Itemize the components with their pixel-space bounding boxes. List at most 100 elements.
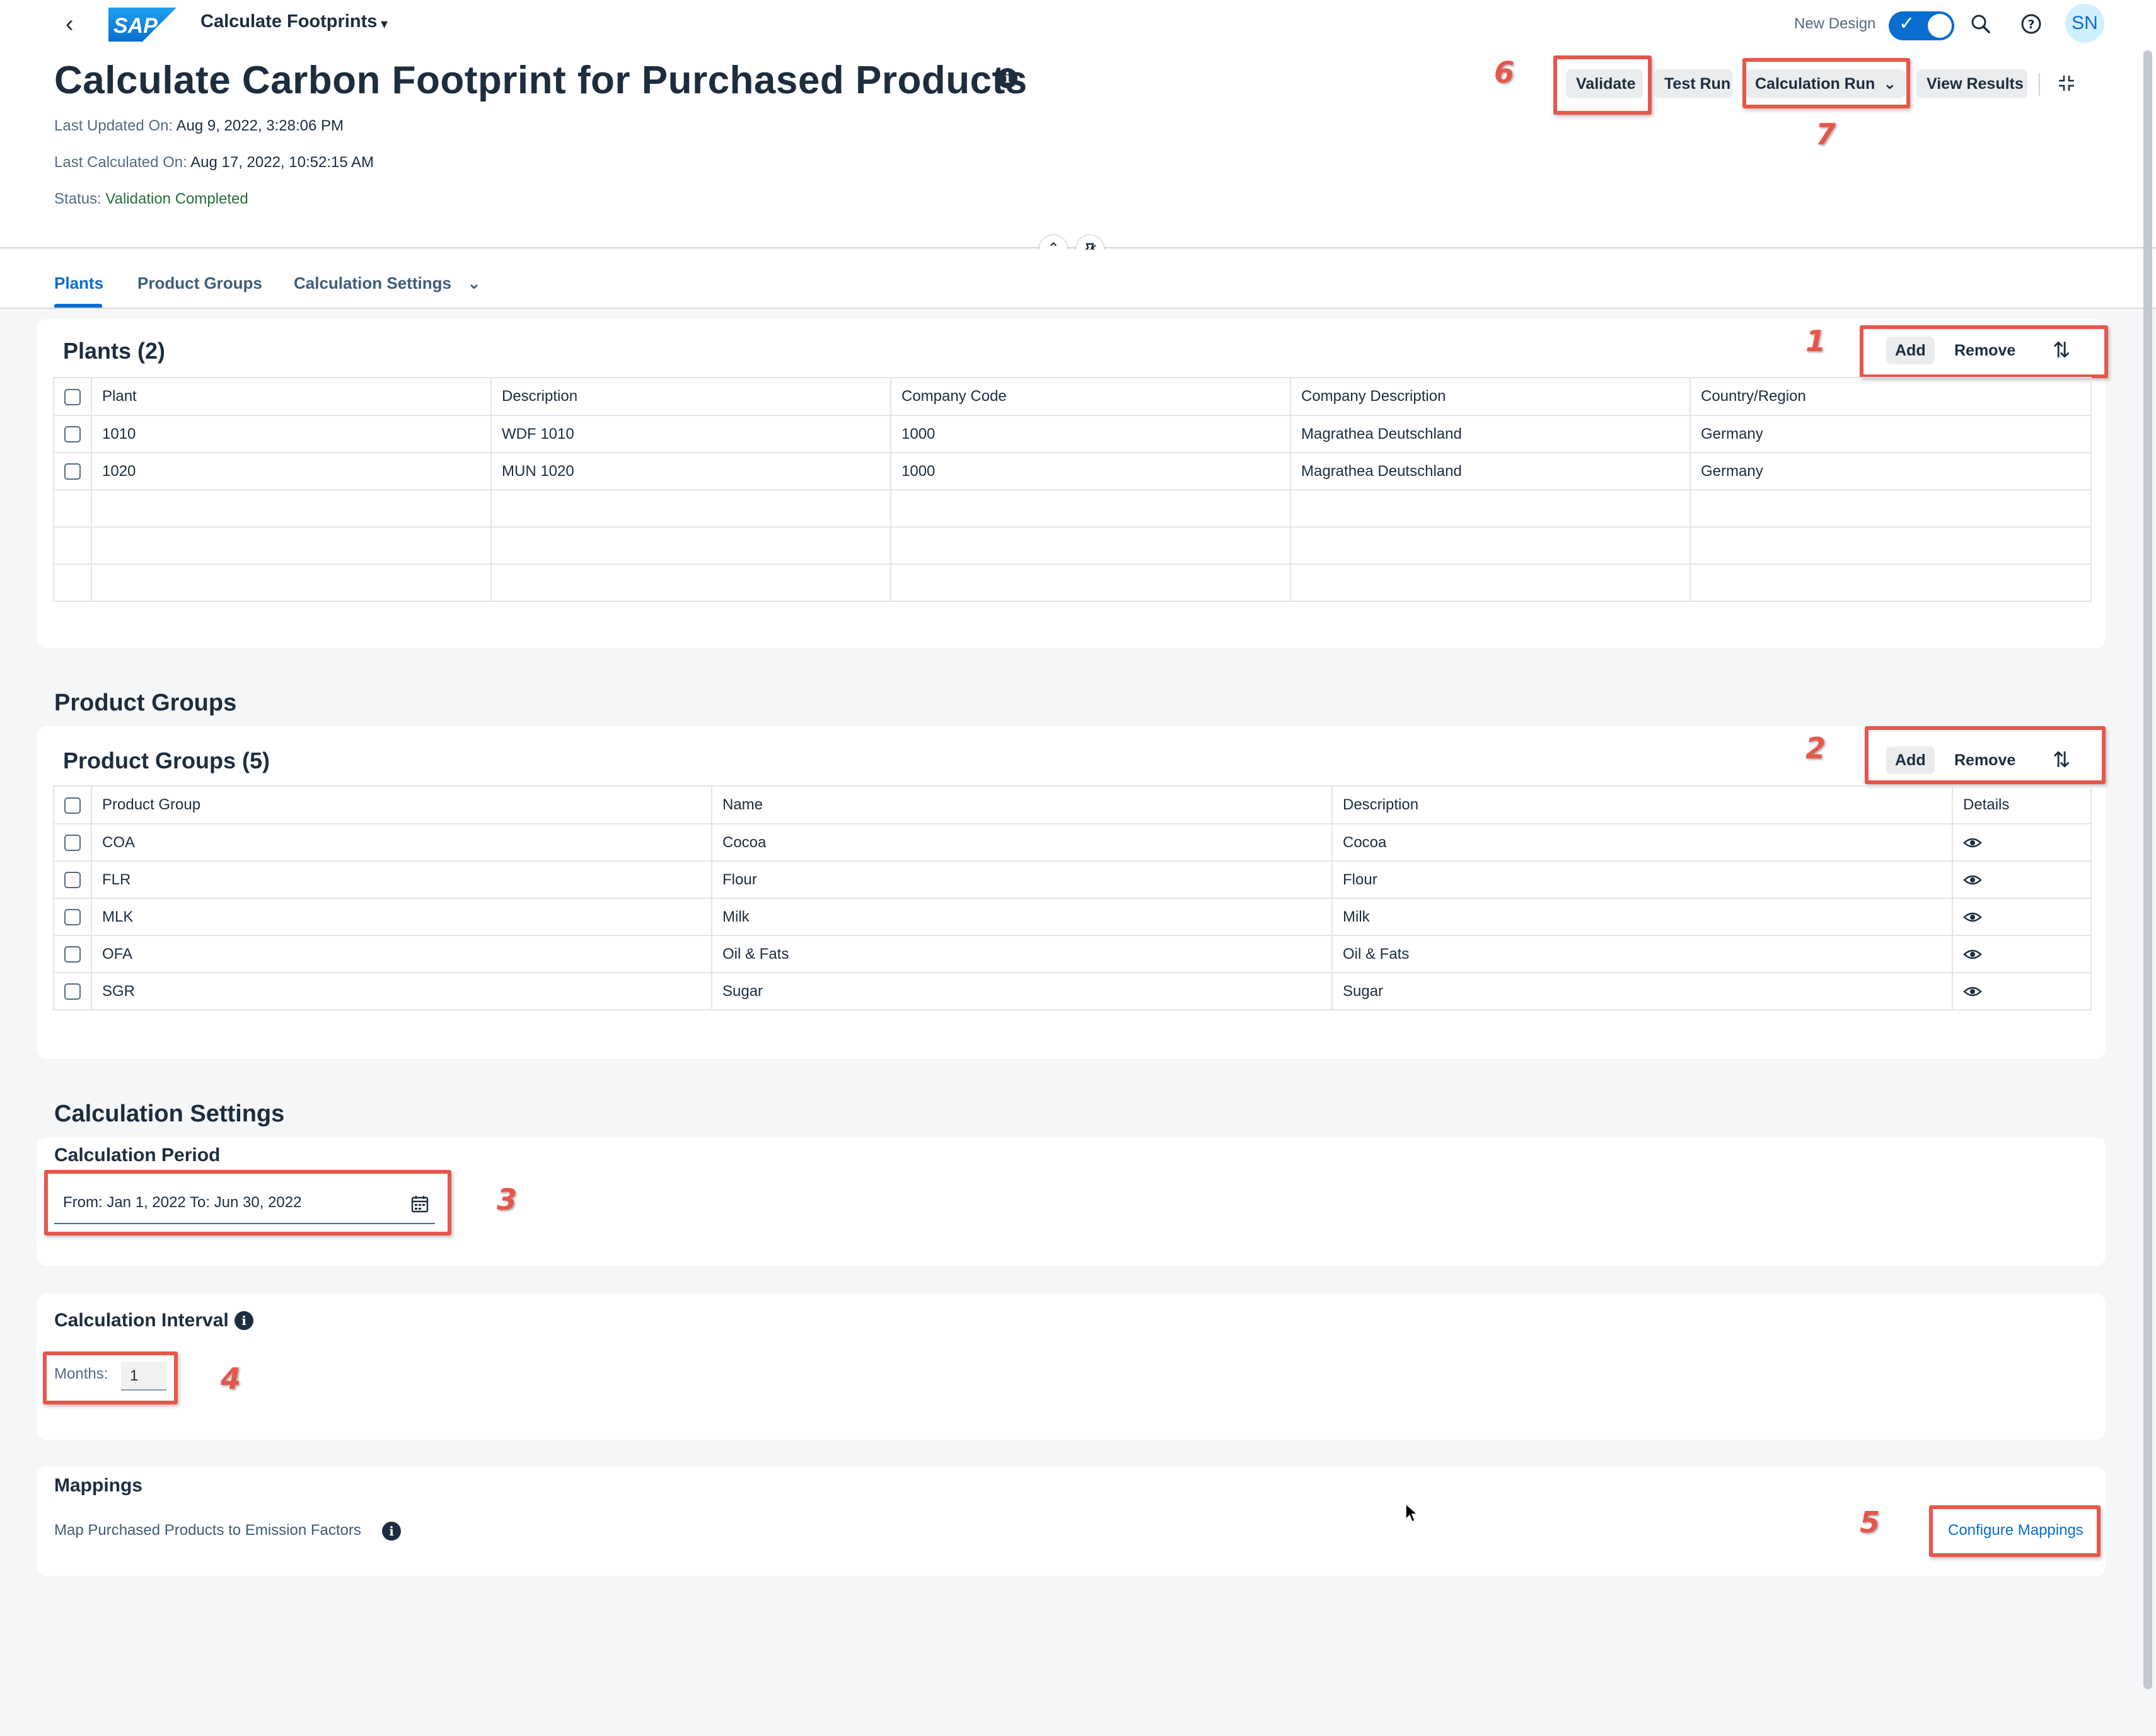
tab-plants[interactable]: Plants bbox=[54, 274, 103, 293]
row-checkbox[interactable] bbox=[64, 835, 81, 852]
callout-6: 6 bbox=[1494, 55, 1515, 90]
column-header[interactable]: Details bbox=[1952, 785, 2092, 825]
view-results-button[interactable]: View Results bbox=[1916, 69, 2027, 98]
last-calculated-value: Aug 17, 2022, 10:52:15 AM bbox=[190, 154, 374, 171]
table-row[interactable]: MLK Milk Milk bbox=[53, 898, 2092, 936]
table-header-row: Plant Description Company Code Company D… bbox=[53, 377, 2092, 416]
object-page-header: Calculate Carbon Footprint for Purchased… bbox=[0, 50, 2156, 263]
country-cell: Germany bbox=[1689, 452, 2092, 490]
row-select-cell bbox=[53, 935, 92, 973]
callout-4: 4 bbox=[221, 1362, 241, 1396]
row-select-cell bbox=[53, 860, 92, 899]
last-updated-label: Last Updated On: bbox=[54, 117, 173, 134]
vertical-scrollbar[interactable] bbox=[2143, 50, 2152, 1689]
row-checkbox[interactable] bbox=[64, 463, 81, 480]
table-header-row: Product Group Name Description Details bbox=[53, 785, 2092, 825]
last-calculated-label: Last Calculated On: bbox=[54, 154, 187, 171]
eye-icon[interactable] bbox=[1963, 874, 1982, 886]
callout-1: 1 bbox=[1805, 324, 1826, 358]
test-run-button[interactable]: Test Run bbox=[1654, 69, 1732, 98]
help-icon[interactable]: ? bbox=[2020, 13, 2043, 35]
check-icon: ✓ bbox=[1899, 13, 1915, 34]
row-checkbox[interactable] bbox=[64, 983, 81, 1000]
details-cell bbox=[1952, 972, 2092, 1010]
details-cell bbox=[1952, 935, 2092, 973]
name-cell: Flour bbox=[711, 860, 1333, 899]
caret-down-icon[interactable]: ▾ bbox=[381, 11, 388, 37]
info-icon[interactable]: i bbox=[997, 68, 1017, 88]
column-header[interactable]: Company Code bbox=[890, 377, 1291, 416]
column-header[interactable]: Country/Region bbox=[1689, 377, 2092, 416]
plants-table: Plant Description Company Code Company D… bbox=[53, 377, 2092, 602]
calculation-settings-section-title: Calculation Settings bbox=[54, 1101, 285, 1127]
new-design-toggle[interactable]: ✓ bbox=[1889, 11, 1954, 40]
table-row[interactable]: SGR Sugar Sugar bbox=[53, 972, 2092, 1010]
row-checkbox[interactable] bbox=[64, 426, 81, 443]
description-cell: Flour bbox=[1331, 860, 1953, 899]
callout-5: 5 bbox=[1860, 1505, 1881, 1539]
table-row[interactable]: 1020 MUN 1020 1000 Magrathea Deutschland… bbox=[53, 452, 2092, 490]
mappings-card bbox=[37, 1466, 2106, 1576]
status-label: Status: bbox=[54, 190, 101, 207]
shell-bar: ‹ SAP Calculate Footprints ▾ New Design … bbox=[0, 0, 2156, 50]
company-description-cell: Magrathea Deutschland bbox=[1290, 415, 1691, 453]
row-checkbox[interactable] bbox=[64, 872, 81, 889]
plants-table-title: Plants (2) bbox=[63, 338, 166, 364]
column-header[interactable]: Product Group bbox=[91, 785, 712, 825]
annotation-box-5 bbox=[1929, 1505, 2101, 1557]
select-all-checkbox[interactable] bbox=[64, 797, 81, 814]
table-row[interactable]: 1010 WDF 1010 1000 Magrathea Deutschland… bbox=[53, 415, 2092, 453]
plant-cell: 1010 bbox=[91, 415, 492, 453]
exit-fullscreen-icon[interactable] bbox=[2056, 73, 2077, 93]
app-title[interactable]: Calculate Footprints bbox=[200, 11, 377, 32]
tab-bar: Plants Product Groups Calculation Settin… bbox=[0, 250, 2156, 309]
toolbar-separator bbox=[2039, 73, 2040, 96]
back-icon[interactable]: ‹ bbox=[66, 12, 84, 36]
description-cell: Sugar bbox=[1331, 972, 1953, 1010]
annotation-box-1 bbox=[1860, 325, 2108, 378]
eye-icon[interactable] bbox=[1963, 836, 1982, 849]
info-icon[interactable]: i bbox=[235, 1311, 253, 1330]
annotation-box-3 bbox=[44, 1170, 451, 1235]
calculation-period-title: Calculation Period bbox=[54, 1145, 221, 1166]
row-select-cell bbox=[53, 972, 92, 1010]
description-cell: Oil & Fats bbox=[1331, 935, 1953, 973]
column-header[interactable]: Description bbox=[490, 377, 891, 416]
new-design-label: New Design bbox=[1794, 15, 1876, 32]
callout-7: 7 bbox=[1816, 117, 1836, 151]
status: Status: Validation Completed bbox=[54, 190, 248, 208]
table-row[interactable]: COA Cocoa Cocoa bbox=[53, 823, 2092, 862]
tab-product-groups[interactable]: Product Groups bbox=[137, 274, 262, 293]
tab-calculation-settings[interactable]: Calculation Settings ⌄ bbox=[294, 274, 481, 293]
empty-row bbox=[53, 489, 2092, 528]
table-row[interactable]: FLR Flour Flour bbox=[53, 860, 2092, 899]
eye-icon[interactable] bbox=[1963, 985, 1982, 998]
svg-text:?: ? bbox=[2027, 18, 2034, 32]
details-cell bbox=[1952, 823, 2092, 862]
user-avatar[interactable]: SN bbox=[2065, 4, 2104, 43]
column-header[interactable]: Plant bbox=[91, 377, 492, 416]
column-header[interactable]: Description bbox=[1331, 785, 1953, 825]
select-all-checkbox[interactable] bbox=[64, 388, 81, 405]
eye-icon[interactable] bbox=[1963, 911, 1982, 923]
sap-logo[interactable]: SAP bbox=[108, 8, 177, 42]
row-checkbox[interactable] bbox=[64, 909, 81, 926]
eye-icon[interactable] bbox=[1963, 948, 1982, 961]
last-updated-value: Aug 9, 2022, 3:28:06 PM bbox=[176, 117, 344, 134]
column-header[interactable]: Name bbox=[711, 785, 1333, 825]
column-header[interactable]: Company Description bbox=[1290, 377, 1691, 416]
description-cell: Milk bbox=[1331, 898, 1953, 936]
row-checkbox[interactable] bbox=[64, 946, 81, 963]
info-icon[interactable]: i bbox=[382, 1522, 401, 1541]
mouse-cursor-icon bbox=[1405, 1503, 1418, 1523]
table-row[interactable]: OFA Oil & Fats Oil & Fats bbox=[53, 935, 2092, 973]
calculation-interval-title: Calculation Interval bbox=[54, 1310, 229, 1331]
select-all-cell bbox=[53, 377, 92, 416]
search-icon[interactable] bbox=[1969, 13, 1992, 35]
active-tab-indicator bbox=[54, 304, 102, 308]
product-group-cell: OFA bbox=[91, 935, 712, 973]
row-select-cell bbox=[53, 452, 92, 490]
toggle-knob bbox=[1928, 14, 1952, 38]
company-code-cell: 1000 bbox=[890, 452, 1291, 490]
name-cell: Oil & Fats bbox=[711, 935, 1333, 973]
